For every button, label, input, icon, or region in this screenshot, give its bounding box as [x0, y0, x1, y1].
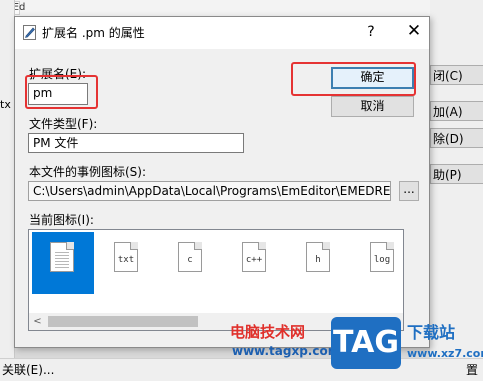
icon-item-c[interactable]: c [160, 232, 222, 294]
background-delete-button[interactable]: 除(D) [430, 128, 483, 148]
h-file-icon: h [306, 242, 330, 272]
extension-properties-dialog: 扩展名 .pm 的属性 ? ✕ 扩展名(E): pm 确定 取消 文件类型(F)… [14, 16, 430, 348]
background-window-left: tx [0, 0, 15, 380]
extension-field[interactable]: pm [28, 83, 88, 105]
background-bottom-bar: 关联(E)... 置 [0, 358, 483, 381]
cpp-file-icon: c++ [242, 242, 266, 272]
browse-button[interactable]: ... [399, 181, 419, 201]
icon-item-log[interactable]: log [352, 232, 414, 294]
icon-list[interactable]: txt c c++ h log < > [28, 229, 404, 331]
associate-button[interactable]: 关联(E)... [2, 361, 54, 379]
dialog-titlebar: 扩展名 .pm 的属性 ? ✕ [15, 17, 429, 49]
c-file-icon: c [178, 242, 202, 272]
icon-item-h[interactable]: h [288, 232, 350, 294]
help-icon[interactable]: ? [363, 23, 379, 41]
watermark-site: www.xz7.com [407, 347, 483, 360]
background-help-button[interactable]: 助(P) [430, 164, 483, 184]
watermark-title: 电脑技术网 [230, 323, 306, 341]
icon-path-field[interactable]: C:\Users\admin\AppData\Local\Programs\Em… [28, 181, 391, 201]
extension-label: 扩展名(E): [29, 67, 86, 81]
pencil-page-icon [23, 25, 36, 40]
icon-item-document[interactable] [32, 232, 94, 294]
scroll-left-icon[interactable]: < [29, 313, 46, 330]
watermark-url: www.tagxp.com [232, 344, 341, 358]
watermark-download: 下载站 [407, 323, 456, 342]
ok-button[interactable]: 确定 [331, 67, 414, 89]
background-window-top: mEd a [0, 0, 483, 16]
dialog-title: 扩展名 .pm 的属性 [42, 26, 145, 40]
icon-item-txt[interactable]: txt [96, 232, 158, 294]
icon-item-cpp[interactable]: c++ [224, 232, 286, 294]
background-bottom-right[interactable]: 置 [466, 361, 478, 379]
current-icon-label: 当前图标(I): [29, 213, 94, 227]
background-left-text: tx [0, 98, 11, 111]
document-icon [50, 242, 74, 272]
scrollbar-thumb[interactable] [48, 316, 198, 327]
txt-file-icon: txt [114, 242, 138, 272]
tag-logo: TAG [331, 317, 401, 369]
cancel-button[interactable]: 取消 [331, 96, 414, 117]
icon-path-label: 本文件的事例图标(S): [29, 165, 147, 179]
background-add-button[interactable]: 加(A) [430, 101, 483, 121]
file-type-field[interactable]: PM 文件 [28, 133, 244, 153]
log-file-icon: log [370, 242, 394, 272]
background-close-button[interactable]: 闭(C) [430, 65, 483, 85]
file-type-label: 文件类型(F): [29, 117, 98, 131]
close-icon[interactable]: ✕ [405, 21, 423, 41]
